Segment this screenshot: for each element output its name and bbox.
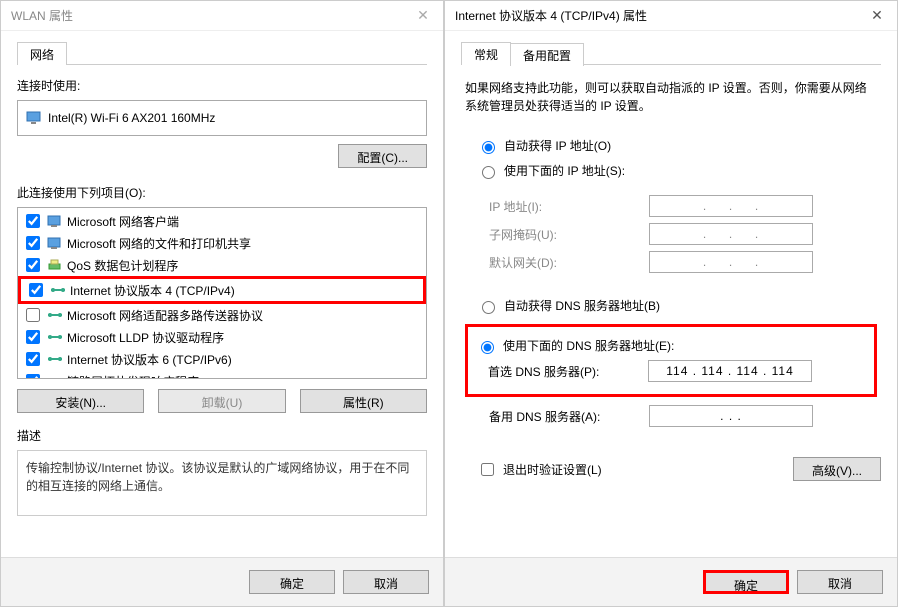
list-item-label: Microsoft 网络适配器多路传送器协议 [67,307,263,324]
wlan-properties-dialog: WLAN 属性 ✕ 网络 连接时使用: Intel(R) Wi-Fi 6 AX2… [0,0,444,607]
description-label: 描述 [17,427,427,444]
item-checkbox[interactable] [29,283,43,297]
list-item[interactable]: Microsoft LLDP 协议驱动程序 [18,326,426,348]
item-checkbox[interactable] [26,308,40,322]
tcpip-properties-dialog: Internet 协议版本 4 (TCP/IPv4) 属性 ✕ 常规 备用配置 … [444,0,898,607]
radio-ip-auto[interactable]: 自动获得 IP 地址(O) [477,137,877,154]
wlan-bottom-bar: 确定 取消 [1,557,443,606]
list-item[interactable]: Internet 协议版本 6 (TCP/IPv6) [18,348,426,370]
wlan-title: WLAN 属性 [11,7,73,24]
list-item[interactable]: Microsoft 网络的文件和打印机共享 [18,232,426,254]
item-checkbox[interactable] [26,214,40,228]
list-item[interactable]: 链路层拓扑发现响应程序 [18,370,426,379]
close-icon[interactable]: ✕ [863,5,891,27]
adapter-box: Intel(R) Wi-Fi 6 AX201 160MHz [17,100,427,136]
radio-ip-manual[interactable]: 使用下面的 IP 地址(S): [477,162,877,179]
item-checkbox[interactable] [26,352,40,366]
pref-dns-input[interactable]: 114 . 114 . 114 . 114 [648,360,812,382]
list-item[interactable]: QoS 数据包计划程序 [18,254,426,276]
wlan-titlebar: WLAN 属性 ✕ [1,1,443,31]
install-button[interactable]: 安装(N)... [17,389,144,413]
list-item-label: Microsoft 网络客户端 [67,213,179,230]
dns-manual-highlight: 使用下面的 DNS 服务器地址(E): 首选 DNS 服务器(P): 114 .… [465,324,877,397]
validate-on-exit[interactable]: 退出时验证设置(L) [477,460,602,479]
monitor-icon [26,111,42,125]
adapter-name: Intel(R) Wi-Fi 6 AX201 160MHz [48,111,215,125]
item-checkbox[interactable] [26,330,40,344]
network-icon [47,374,63,379]
tcpip-bottom-bar: 确定 取消 [445,557,897,606]
list-item-label: 链路层拓扑发现响应程序 [67,373,199,380]
default-gateway-input: . . . [649,251,813,273]
radio-dns-manual[interactable]: 使用下面的 DNS 服务器地址(E): [476,337,862,354]
list-item-label: QoS 数据包计划程序 [67,257,178,274]
radio-dns-auto[interactable]: 自动获得 DNS 服务器地址(B) [477,297,877,314]
connect-using-label: 连接时使用: [17,77,427,94]
list-item-label: Microsoft LLDP 协议驱动程序 [67,329,224,346]
network-items-list[interactable]: Microsoft 网络客户端 Microsoft 网络的文件和打印机共享 QoS … [17,207,427,379]
tcpip-titlebar: Internet 协议版本 4 (TCP/IPv4) 属性 ✕ [445,1,897,31]
wlan-tabs: 网络 [17,41,427,65]
network-icon [47,258,63,272]
network-icon [47,214,63,228]
wlan-ok-button[interactable]: 确定 [249,570,335,594]
network-icon [47,352,63,366]
network-icon [47,330,63,344]
tab-network[interactable]: 网络 [17,42,67,65]
item-checkbox[interactable] [26,374,40,379]
network-icon [47,308,63,322]
tab-general[interactable]: 常规 [461,42,511,65]
tcpip-title: Internet 协议版本 4 (TCP/IPv4) 属性 [455,7,647,24]
description-text: 传输控制协议/Internet 协议。该协议是默认的广域网络协议，用于在不同的相… [17,450,427,516]
item-checkbox[interactable] [26,258,40,272]
validate-checkbox[interactable] [481,463,494,476]
default-gateway-label: 默认网关(D): [489,254,649,271]
list-item-label: Internet 协议版本 6 (TCP/IPv6) [67,351,232,368]
subnet-mask-label: 子网掩码(U): [489,226,649,243]
alt-dns-label: 备用 DNS 服务器(A): [489,408,649,425]
tcpip-cancel-button[interactable]: 取消 [797,570,883,594]
radio-ip-manual-input[interactable] [482,166,495,179]
tcpip-tabs: 常规 备用配置 [461,41,881,65]
list-item[interactable]: Microsoft 网络客户端 [18,210,426,232]
radio-ip-auto-input[interactable] [482,141,495,154]
items-label: 此连接使用下列项目(O): [17,184,427,201]
pref-dns-label: 首选 DNS 服务器(P): [488,363,648,380]
uninstall-button: 卸载(U) [158,389,285,413]
list-item[interactable]: Internet 协议版本 4 (TCP/IPv4) [18,276,426,304]
list-item-label: Microsoft 网络的文件和打印机共享 [67,235,251,252]
alt-dns-input[interactable]: . . . [649,405,813,427]
list-item-label: Internet 协议版本 4 (TCP/IPv4) [70,282,235,299]
subnet-mask-input: . . . [649,223,813,245]
wlan-cancel-button[interactable]: 取消 [343,570,429,594]
item-checkbox[interactable] [26,236,40,250]
configure-button[interactable]: 配置(C)... [338,144,427,168]
intro-text: 如果网络支持此功能，则可以获取自动指派的 IP 设置。否则，你需要从网络系统管理… [465,79,877,115]
network-icon [47,236,63,250]
ip-address-label: IP 地址(I): [489,198,649,215]
tab-alt-config[interactable]: 备用配置 [510,43,584,66]
list-item[interactable]: Microsoft 网络适配器多路传送器协议 [18,304,426,326]
radio-dns-manual-input[interactable] [481,341,494,354]
radio-dns-auto-input[interactable] [482,301,495,314]
network-icon [50,283,66,297]
tcpip-ok-button[interactable]: 确定 [703,570,789,594]
properties-button[interactable]: 属性(R) [300,389,427,413]
ip-address-input: . . . [649,195,813,217]
close-icon[interactable]: ✕ [409,5,437,27]
advanced-button[interactable]: 高级(V)... [793,457,881,481]
